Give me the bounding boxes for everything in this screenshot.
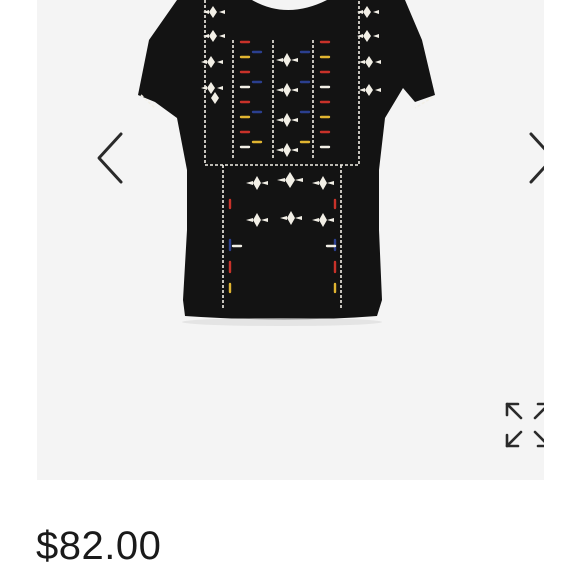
expand-arrows-icon[interactable] — [499, 396, 544, 454]
product-gallery — [37, 0, 544, 480]
chevron-left-icon[interactable] — [89, 128, 129, 188]
product-image — [138, 0, 435, 326]
product-price: $82.00 — [36, 524, 162, 568]
garment-shape — [138, 0, 435, 320]
chevron-right-icon[interactable] — [523, 128, 544, 188]
product-page: $82.00 — [0, 0, 580, 580]
